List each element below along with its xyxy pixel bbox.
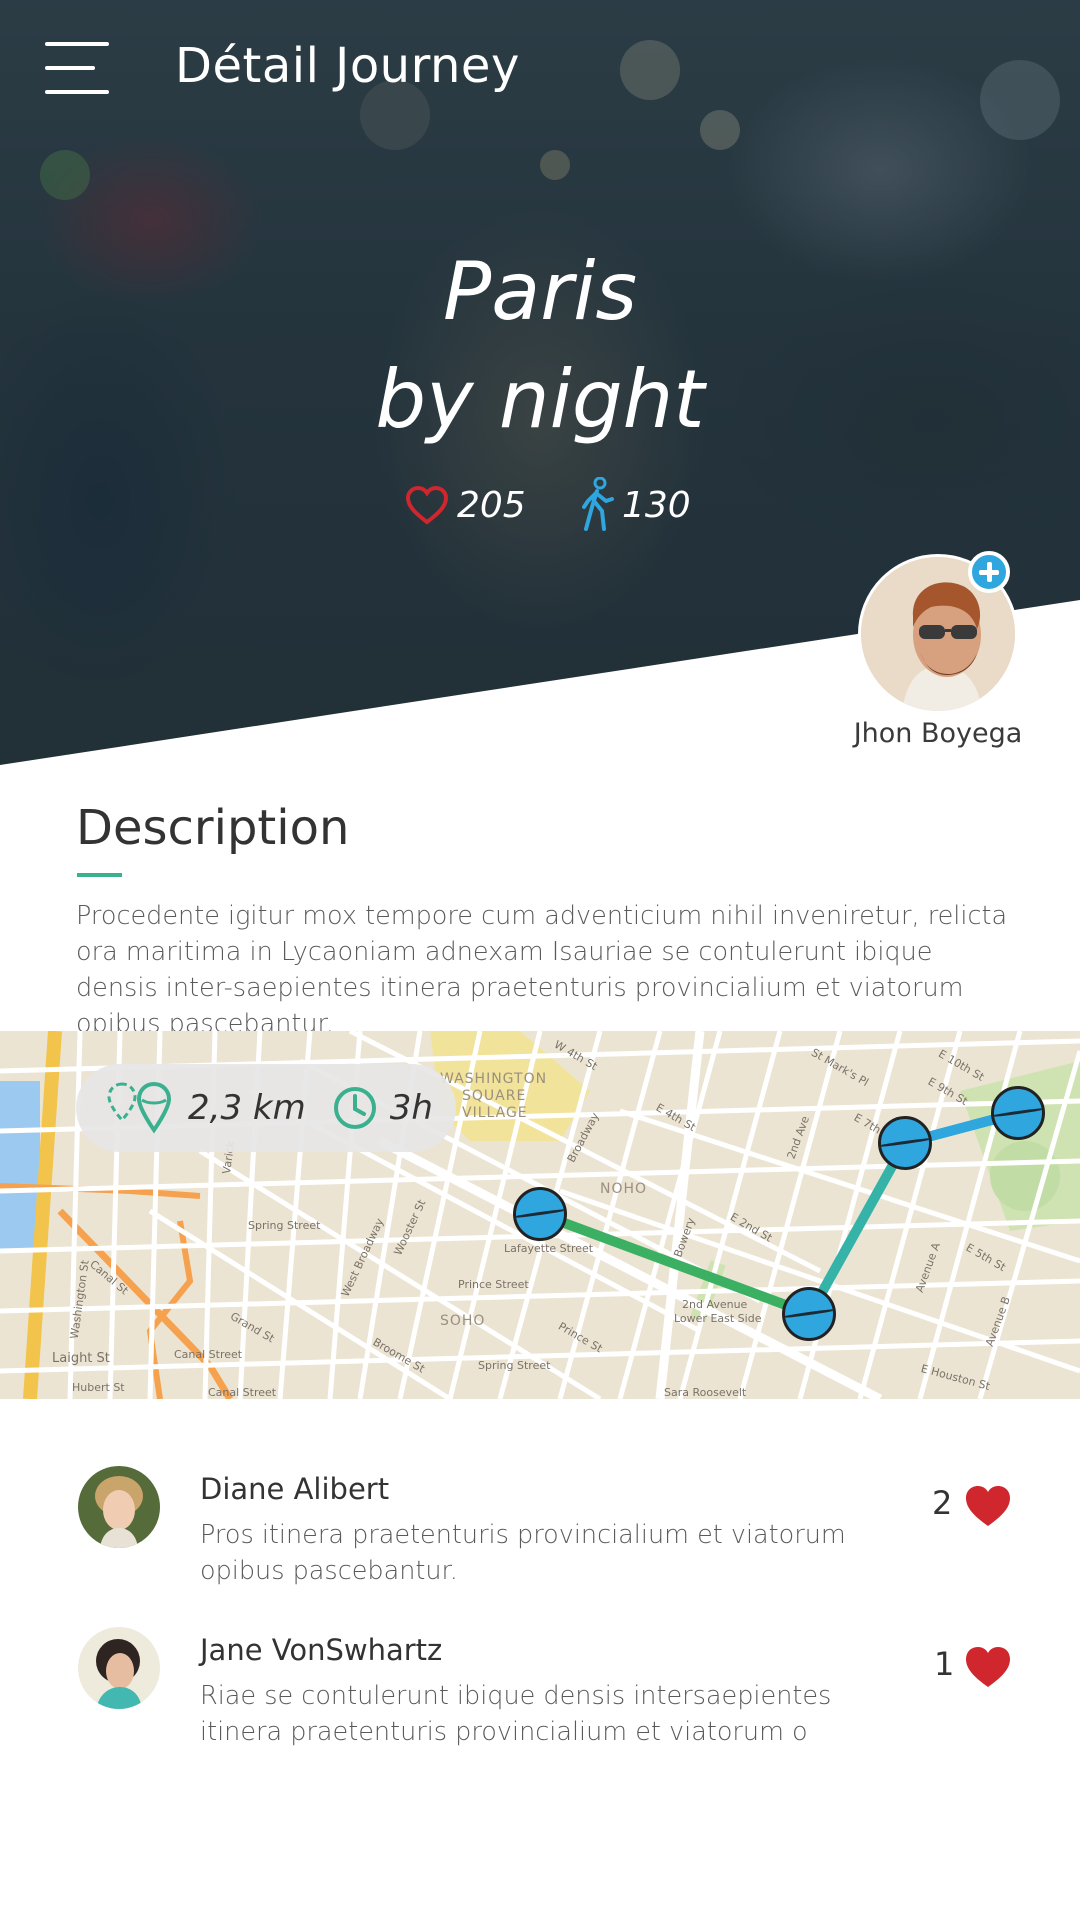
- route-waypoint-3[interactable]: [878, 1116, 932, 1170]
- likes-count: 205: [457, 484, 526, 526]
- description-underline: [77, 873, 122, 877]
- comment-text: Riae se contulerunt ibique densis inters…: [200, 1681, 832, 1747]
- likes-stat[interactable]: 205: [405, 478, 526, 532]
- route-distance: 2,3 km: [188, 1088, 306, 1128]
- map-label-canal-street-1: Canal Street: [174, 1348, 243, 1361]
- map-label-prince-street: Prince Street: [458, 1278, 529, 1291]
- description-heading: Description: [76, 800, 350, 856]
- walkers-stat[interactable]: 130: [580, 477, 691, 532]
- route-waypoint-4[interactable]: [991, 1086, 1045, 1140]
- page-title: Détail Journey: [175, 38, 520, 94]
- walkers-count: 130: [622, 484, 691, 526]
- comment-like-count: 1: [934, 1645, 955, 1683]
- commenter-avatar[interactable]: [78, 1627, 160, 1709]
- route-waypoint-2[interactable]: [782, 1287, 836, 1341]
- journey-title-line1: Paris: [442, 245, 638, 338]
- clock-icon: [333, 1087, 376, 1129]
- journey-title-line2: by night: [375, 353, 705, 446]
- route-duration: 3h: [389, 1088, 433, 1128]
- commenter-name: Jane VonSwhartz: [200, 1633, 443, 1667]
- map-label-canal-street-2: Canal Street: [208, 1386, 277, 1399]
- map-label-village: VILLAGE: [462, 1105, 528, 1121]
- description-text: Procedente igitur mox tempore cum advent…: [76, 901, 1008, 1039]
- author-name: Jhon Boyega: [853, 718, 1023, 749]
- menu-icon[interactable]: [45, 40, 109, 94]
- comment-text: Pros itinera praetenturis provincialium …: [200, 1520, 846, 1586]
- commenter-name: Diane Alibert: [200, 1472, 390, 1506]
- map-label-spring-street-1: Spring Street: [248, 1219, 321, 1232]
- route-waypoint-1[interactable]: [513, 1187, 567, 1241]
- map-label-noho: NOHO: [600, 1181, 648, 1197]
- heart-icon[interactable]: [964, 1484, 1012, 1528]
- heart-icon[interactable]: [964, 1645, 1012, 1689]
- heart-outline-icon: [405, 485, 449, 525]
- map-label-spring-street-2: Spring Street: [478, 1359, 551, 1372]
- map-label-lafayette: Lafayette Street: [504, 1242, 594, 1255]
- route-summary-pill: 2,3 km 3h: [76, 1064, 456, 1152]
- follow-plus-button[interactable]: [968, 551, 1010, 593]
- map-label-2nd-avenue: 2nd Avenue: [682, 1298, 748, 1311]
- map-label-sara-roosevelt: Sara Roosevelt: [664, 1386, 747, 1399]
- map-label-hubert: Hubert St: [72, 1381, 125, 1394]
- map-label-washington: WASHINGTON: [440, 1071, 548, 1087]
- map-label-soho: SOHO: [440, 1313, 486, 1329]
- map-label-square: SQUARE: [462, 1088, 527, 1104]
- map-label-laight: Laight St: [52, 1351, 110, 1366]
- map-label-lower-east-side: Lower East Side: [674, 1312, 762, 1325]
- route-pins-icon: [107, 1081, 172, 1134]
- walker-icon: [582, 477, 614, 531]
- commenter-avatar[interactable]: [78, 1466, 160, 1548]
- comment-like-count: 2: [932, 1484, 953, 1522]
